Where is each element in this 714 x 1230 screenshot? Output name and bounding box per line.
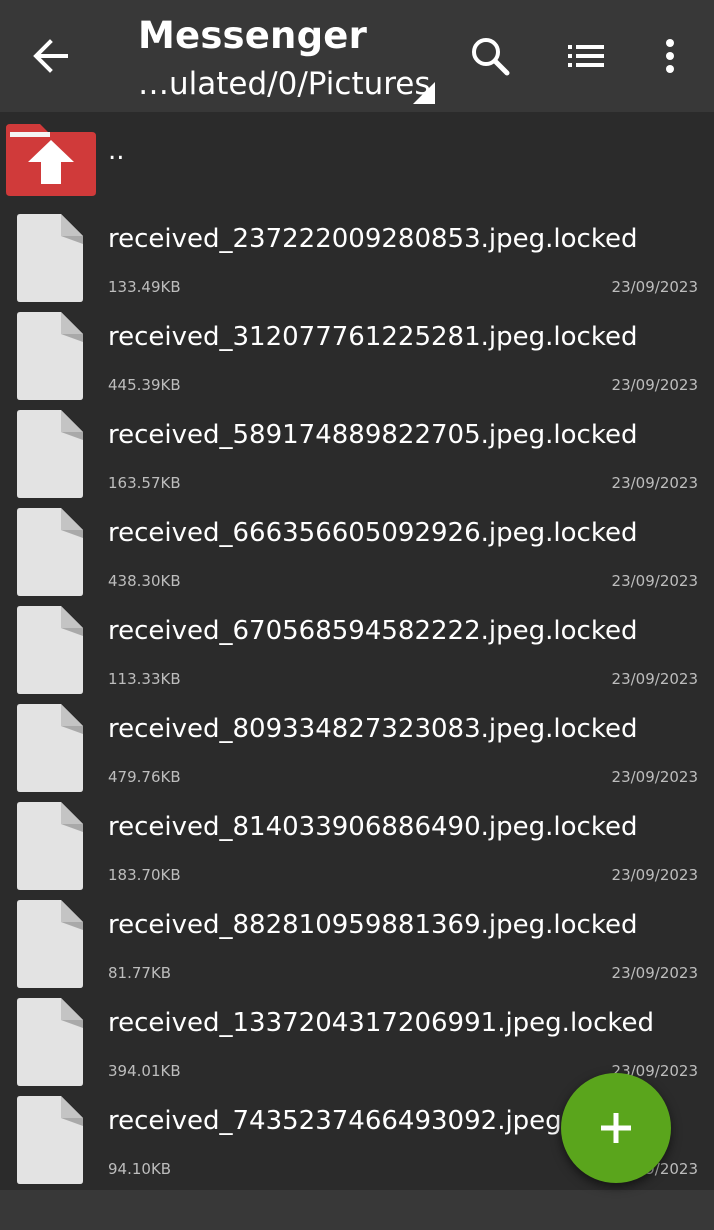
file-row[interactable]: received_666356605092926.jpeg.locked 438… [0, 504, 714, 602]
file-date: 23/09/2023 [611, 278, 698, 296]
file-row[interactable]: received_882810959881369.jpeg.locked 81.… [0, 896, 714, 994]
arrow-left-icon [33, 39, 68, 73]
file-name: received_312077761225281.jpeg.locked [108, 322, 638, 352]
file-icon [17, 802, 83, 890]
more-vert-icon [666, 39, 674, 73]
path-selector[interactable]: …ulated/0/Pictures [138, 66, 431, 102]
file-icon [17, 312, 83, 400]
file-date: 23/09/2023 [611, 964, 698, 982]
file-name: received_1337204317206991.jpeg.locked [108, 1008, 654, 1038]
view-mode-button[interactable] [562, 30, 610, 82]
add-button[interactable] [561, 1073, 671, 1183]
file-icon [17, 606, 83, 694]
file-date: 23/09/2023 [611, 572, 698, 590]
file-name: received_814033906886490.jpeg.locked [108, 812, 638, 842]
file-name: received_809334827323083.jpeg.locked [108, 714, 638, 744]
file-icon [17, 410, 83, 498]
plus-icon [601, 1113, 631, 1143]
file-size: 113.33KB [108, 670, 181, 688]
folder-up-icon [6, 124, 96, 196]
parent-directory-label: .. [108, 136, 125, 166]
back-button[interactable] [26, 28, 76, 84]
file-icon [17, 704, 83, 792]
bottom-bar [0, 1190, 714, 1230]
list-view-icon [568, 45, 604, 67]
file-size: 133.49KB [108, 278, 181, 296]
app-bar: Messenger …ulated/0/Pictures [0, 0, 714, 112]
search-button[interactable] [466, 30, 514, 82]
more-options-button[interactable] [646, 30, 694, 82]
parent-directory-row[interactable]: .. [0, 112, 714, 204]
file-row[interactable]: received_312077761225281.jpeg.locked 445… [0, 308, 714, 406]
search-icon [472, 38, 510, 76]
file-icon [17, 508, 83, 596]
file-row[interactable]: received_809334827323083.jpeg.locked 479… [0, 700, 714, 798]
file-name: received_882810959881369.jpeg.locked [108, 910, 638, 940]
file-name: received_589174889822705.jpeg.locked [108, 420, 638, 450]
file-size: 394.01KB [108, 1062, 181, 1080]
file-icon [17, 214, 83, 302]
dropdown-triangle-icon[interactable] [413, 82, 435, 104]
file-date: 23/09/2023 [611, 670, 698, 688]
file-icon [17, 900, 83, 988]
file-size: 445.39KB [108, 376, 181, 394]
page-title: Messenger [138, 14, 368, 57]
file-row[interactable]: received_670568594582222.jpeg.locked 113… [0, 602, 714, 700]
file-size: 81.77KB [108, 964, 172, 982]
file-row[interactable]: received_814033906886490.jpeg.locked 183… [0, 798, 714, 896]
file-row[interactable]: received_589174889822705.jpeg.locked 163… [0, 406, 714, 504]
file-size: 438.30KB [108, 572, 181, 590]
file-date: 23/09/2023 [611, 474, 698, 492]
file-name: received_666356605092926.jpeg.locked [108, 518, 638, 548]
file-date: 23/09/2023 [611, 768, 698, 786]
file-size: 183.70KB [108, 866, 181, 884]
file-name: received_670568594582222.jpeg.locked [108, 616, 638, 646]
file-size: 94.10KB [108, 1160, 172, 1178]
file-row[interactable]: received_237222009280853.jpeg.locked 133… [0, 210, 714, 308]
file-name: received_237222009280853.jpeg.locked [108, 224, 638, 254]
file-icon [17, 998, 83, 1086]
file-date: 23/09/2023 [611, 376, 698, 394]
file-date: 23/09/2023 [611, 866, 698, 884]
file-size: 479.76KB [108, 768, 181, 786]
file-size: 163.57KB [108, 474, 181, 492]
file-icon [17, 1096, 83, 1184]
